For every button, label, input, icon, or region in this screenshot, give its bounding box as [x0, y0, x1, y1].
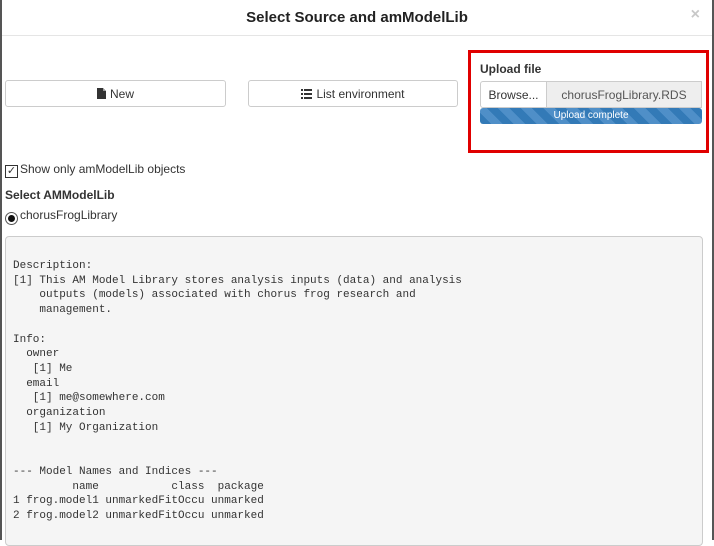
browse-button[interactable]: Browse...: [480, 81, 547, 108]
select-label: Select AMModelLib: [5, 188, 115, 202]
list-environment-button[interactable]: List environment: [248, 80, 458, 107]
new-button[interactable]: New: [5, 80, 226, 107]
radio-option-label: chorusFrogLibrary: [20, 208, 118, 222]
file-name-field[interactable]: chorusFrogLibrary.RDS: [547, 81, 702, 108]
modal-title: Select Source and amModelLib: [246, 9, 468, 26]
upload-file-label: Upload file: [480, 62, 542, 76]
library-summary-output: Description: [1] This AM Model Library s…: [5, 236, 703, 546]
modal-header: Select Source and amModelLib ×: [2, 0, 712, 36]
checkbox-check-icon[interactable]: ✓: [5, 165, 18, 178]
new-button-label: New: [109, 86, 134, 101]
upload-progress-bar: Upload complete: [480, 108, 702, 124]
file-icon: [96, 88, 106, 99]
show-only-amModelLib-checkbox[interactable]: ✓ Show only amModelLib objects: [5, 162, 185, 178]
list-environment-label: List environment: [316, 86, 405, 101]
radio-selected-icon[interactable]: [5, 212, 18, 225]
radio-option[interactable]: chorusFrogLibrary: [5, 208, 117, 225]
checkbox-label: Show only amModelLib objects: [20, 162, 186, 176]
close-icon[interactable]: ×: [691, 6, 700, 24]
list-icon: [301, 88, 313, 99]
